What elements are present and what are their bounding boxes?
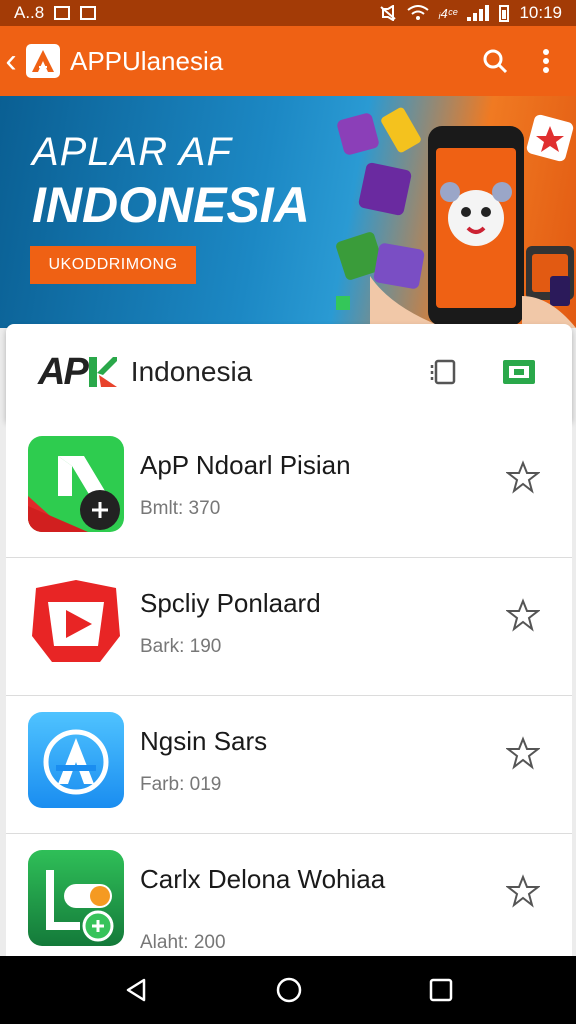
- green-arrow-icon: [28, 436, 124, 532]
- app-name: Spcliy Ponlaard: [140, 588, 321, 618]
- nav-back-icon[interactable]: [122, 976, 150, 1004]
- system-nav-bar: [0, 956, 576, 1024]
- more-vert-icon[interactable]: [542, 48, 550, 74]
- mute-icon: [380, 5, 396, 21]
- section-title: Indonesia: [130, 356, 253, 387]
- app-name: Carlx Delona Wohiaa: [140, 864, 386, 894]
- network-type-label: ᵢ4ᶜᵉ: [438, 5, 458, 21]
- banner-button[interactable]: UKODDRIMONG: [30, 246, 196, 284]
- star-icon[interactable]: [506, 874, 540, 908]
- app-bar: ‹ APPUlanesia: [0, 26, 576, 96]
- wifi-icon: [407, 5, 429, 20]
- brand-k-icon: [88, 357, 117, 387]
- app-name: ApP Ndoarl Pisian: [140, 450, 351, 480]
- layers-icon[interactable]: [428, 357, 458, 387]
- back-icon[interactable]: ‹: [0, 44, 26, 78]
- list-item[interactable]: Carlx Delona Wohiaa Alaht: 200: [6, 834, 572, 956]
- app-meta: Bmlt: 370: [140, 498, 221, 519]
- phone-illustration: [336, 107, 576, 328]
- app-meta: Alaht: 200: [140, 932, 226, 953]
- signal-icon: [467, 5, 490, 21]
- image-notification-icon: [54, 6, 71, 20]
- list-item[interactable]: Spcliy Ponlaard Bark: 190: [6, 558, 572, 696]
- status-bar: A..8 ᵢ4ᶜᵉ 10:19: [0, 0, 576, 26]
- app-name: Ngsin Sars: [140, 726, 268, 756]
- list-item[interactable]: ApP Ndoarl Pisian Bmlt: 370: [6, 420, 572, 558]
- app-title: APPUlanesia: [70, 45, 224, 76]
- app-meta: Farb: 019: [140, 774, 222, 795]
- status-left-text: A..8: [14, 3, 45, 22]
- status-time: 10:19: [519, 3, 562, 22]
- apk-brand-logo: AP: [38, 351, 117, 394]
- blue-a-icon: [28, 712, 124, 808]
- brand-text: AP: [38, 350, 89, 393]
- app-meta: Bark: 190: [140, 636, 222, 657]
- red-play-icon: [28, 574, 124, 670]
- section-header-card: AP Indonesia: [6, 324, 572, 420]
- list-item[interactable]: Ngsin Sars Farb: 019: [6, 696, 572, 834]
- nav-recents-icon[interactable]: [428, 977, 454, 1003]
- nav-home-icon[interactable]: [275, 976, 303, 1004]
- star-icon[interactable]: [506, 460, 540, 494]
- app-list: ApP Ndoarl Pisian Bmlt: 370 Spcliy Ponla…: [6, 420, 572, 956]
- battery-icon: [499, 4, 510, 22]
- promo-banner[interactable]: APLAR AF INDONESIA UKODDRIMONG: [0, 96, 576, 328]
- notification-icon: [80, 6, 97, 20]
- grid-icon[interactable]: [502, 359, 536, 385]
- search-icon[interactable]: [482, 48, 508, 74]
- banner-title-line1: APLAR AF: [32, 130, 232, 174]
- banner-title-line2: INDONESIA: [32, 177, 310, 233]
- app-logo: [26, 44, 60, 78]
- star-icon[interactable]: [506, 598, 540, 632]
- green-toggle-icon: [28, 850, 124, 946]
- star-icon[interactable]: [506, 736, 540, 770]
